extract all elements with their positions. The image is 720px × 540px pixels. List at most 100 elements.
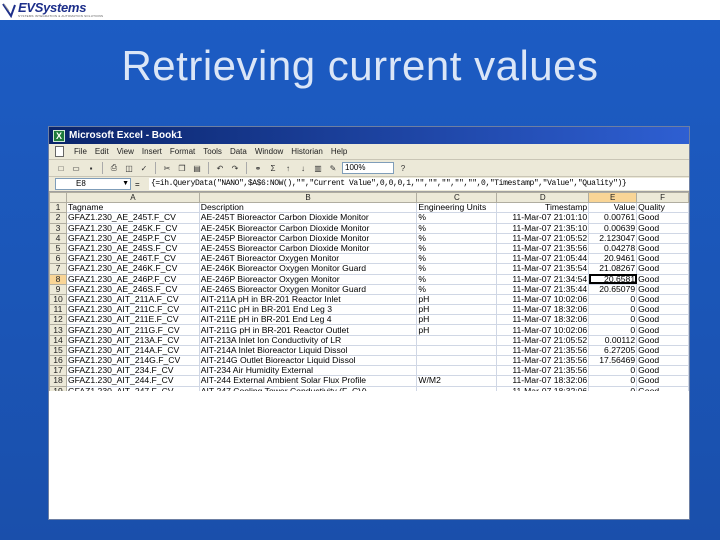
row-header[interactable]: 16	[49, 354, 67, 367]
cell-value[interactable]: Value	[588, 202, 638, 214]
cell-description[interactable]: AE-246T Bioreactor Oxygen Monitor	[198, 253, 418, 265]
cell-tagname[interactable]: GFAZ1.230_AIT_234.F_CV	[65, 365, 200, 377]
cell-quality[interactable]: Good	[636, 283, 689, 295]
cell-description[interactable]: AIT-214G Outlet Bioreactor Liquid Dissol	[198, 354, 418, 367]
cell-value[interactable]: 6.27205	[588, 344, 638, 357]
cell-value[interactable]: 0.04278	[588, 242, 638, 255]
menu-format[interactable]: Format	[170, 147, 195, 156]
cell-value[interactable]: 0	[588, 304, 638, 316]
column-header-a[interactable]: A	[65, 191, 200, 204]
cell-timestamp[interactable]: 11-Mar-07 21:35:56	[496, 354, 590, 367]
cell-timestamp[interactable]: 11-Mar-07 18:32:06	[496, 304, 590, 316]
cell-quality[interactable]: Good	[636, 375, 689, 387]
cell-value[interactable]: 0.00639	[588, 222, 638, 234]
paste-icon[interactable]: ▤	[191, 162, 203, 174]
cell-tagname[interactable]: Tagname	[65, 202, 200, 214]
cell-value[interactable]: 21.08267	[588, 263, 638, 275]
cell-units[interactable]: pH	[416, 324, 498, 336]
sort-descending-icon[interactable]: ↓	[297, 162, 309, 174]
cell-quality[interactable]: Good	[636, 354, 689, 367]
cell-value[interactable]: 20.9461	[588, 253, 638, 265]
cell-units[interactable]: Engineering Units	[416, 202, 498, 214]
cell-value[interactable]: 0	[588, 314, 638, 326]
cell-tagname[interactable]: GFAZ1.230_AIT_214A.F_CV	[65, 344, 200, 357]
column-header-f[interactable]: F	[636, 191, 689, 204]
autosum-icon[interactable]: Σ	[267, 162, 279, 174]
cell-timestamp[interactable]: 11-Mar-07 10:02:06	[496, 293, 590, 306]
cell-value[interactable]: 17.56469	[588, 354, 638, 367]
cell-description[interactable]: AE-246P Bioreactor Oxygen Monitor	[198, 273, 418, 285]
cell-units[interactable]: %	[416, 283, 498, 295]
cut-icon[interactable]: ✂	[161, 162, 173, 174]
menu-edit[interactable]: Edit	[95, 147, 109, 156]
cell-units[interactable]	[416, 334, 498, 346]
cell-timestamp[interactable]: 11-Mar-07 21:35:56	[496, 242, 590, 255]
cell-tagname[interactable]: GFAZ1.230_AE_245T.F_CV	[65, 212, 200, 224]
cell-quality[interactable]: Good	[636, 324, 689, 336]
chart-wizard-icon[interactable]: ▥	[312, 162, 324, 174]
cell-quality[interactable]: Good	[636, 293, 689, 306]
cell-description[interactable]: AE-246S Bioreactor Oxygen Monitor Guard	[198, 283, 418, 295]
cell-tagname[interactable]: GFAZ1.230_AE_245S.F_CV	[65, 242, 200, 255]
cell-description[interactable]: AIT-211E pH in BR-201 End Leg 4	[198, 314, 418, 326]
menu-file[interactable]: File	[74, 147, 87, 156]
cell-description[interactable]: AIT-211G pH in BR-201 Reactor Outlet	[198, 324, 418, 336]
menu-historian[interactable]: Historian	[291, 147, 323, 156]
drawing-icon[interactable]: ✎	[327, 162, 339, 174]
cell-quality[interactable]: Good	[636, 365, 689, 377]
spelling-icon[interactable]: ✓	[138, 162, 150, 174]
row-header[interactable]: 1	[49, 202, 67, 214]
redo-icon[interactable]: ↷	[229, 162, 241, 174]
cell-description[interactable]: AE-245S Bioreactor Carbon Dioxide Monito…	[198, 242, 418, 255]
cell-quality[interactable]: Good	[636, 263, 689, 275]
cell-quality[interactable]: Good	[636, 273, 689, 285]
print-icon[interactable]: ⎙	[108, 162, 120, 174]
cell-quality[interactable]: Good	[636, 242, 689, 255]
sort-ascending-icon[interactable]: ↑	[282, 162, 294, 174]
cell-quality[interactable]: Quality	[636, 202, 689, 214]
menu-data[interactable]: Data	[230, 147, 247, 156]
cell-timestamp[interactable]: 11-Mar-07 21:05:52	[496, 232, 590, 244]
cell-tagname[interactable]: GFAZ1.230_AIT_211C.F_CV	[65, 304, 200, 316]
cell-timestamp[interactable]: 11-Mar-07 21:35:54	[496, 263, 590, 275]
cell-value[interactable]: 0.00112	[588, 334, 638, 346]
cell-description[interactable]: AE-245P Bioreactor Carbon Dioxide Monito…	[198, 232, 418, 244]
row-header[interactable]: 9	[49, 283, 67, 295]
cell-timestamp[interactable]: 11-Mar-07 21:01:10	[496, 212, 590, 224]
row-header[interactable]: 13	[49, 324, 67, 336]
cell-description[interactable]: AIT-211A pH in BR-201 Reactor Inlet	[198, 293, 418, 306]
cell-timestamp[interactable]: 11-Mar-07 21:35:10	[496, 222, 590, 234]
cell-quality[interactable]: Good	[636, 232, 689, 244]
cell-timestamp[interactable]: 11-Mar-07 21:35:44	[496, 283, 590, 295]
cell-units[interactable]: pH	[416, 304, 498, 316]
cell-tagname[interactable]: GFAZ1.230_AE_246S.F_CV	[65, 283, 200, 295]
cell-quality[interactable]: Good	[636, 212, 689, 224]
cell-timestamp[interactable]: 11-Mar-07 21:35:56	[496, 365, 590, 377]
excel-titlebar[interactable]: X Microsoft Excel - Book1	[49, 127, 689, 144]
row-header[interactable]: 7	[49, 263, 67, 275]
menu-insert[interactable]: Insert	[142, 147, 162, 156]
cell-quality[interactable]: Good	[636, 222, 689, 234]
cell-value[interactable]: 0	[588, 293, 638, 306]
row-header[interactable]: 10	[49, 293, 67, 306]
cell-units[interactable]: %	[416, 263, 498, 275]
cell-timestamp[interactable]: 11-Mar-07 10:02:06	[496, 324, 590, 336]
cell-units[interactable]: W/M2	[416, 375, 498, 387]
cell-tagname[interactable]: GFAZ1.230_AE_246P.F_CV	[65, 273, 200, 285]
cell-units[interactable]: %	[416, 232, 498, 244]
preview-icon[interactable]: ◫	[123, 162, 135, 174]
row-header[interactable]: 5	[49, 242, 67, 255]
cell-units[interactable]	[416, 354, 498, 367]
cell-description[interactable]: Description	[198, 202, 418, 214]
cell-timestamp[interactable]: 11-Mar-07 21:34:54	[496, 273, 590, 285]
cell-tagname[interactable]: GFAZ1.230_AIT_214G.F_CV	[65, 354, 200, 367]
cell-description[interactable]: AE-245K Bioreactor Carbon Dioxide Monito…	[198, 222, 418, 234]
cell-value[interactable]: 20.65079	[588, 283, 638, 295]
cell-tagname[interactable]: GFAZ1.230_AE_246T.F_CV	[65, 253, 200, 265]
cell-units[interactable]: pH	[416, 314, 498, 326]
menu-window[interactable]: Window	[255, 147, 283, 156]
cell-value[interactable]: 0	[588, 365, 638, 377]
name-box[interactable]: E8 ▼	[55, 178, 131, 190]
cell-timestamp[interactable]: 11-Mar-07 21:35:56	[496, 344, 590, 357]
cell-tagname[interactable]: GFAZ1.230_AE_245P.F_CV	[65, 232, 200, 244]
